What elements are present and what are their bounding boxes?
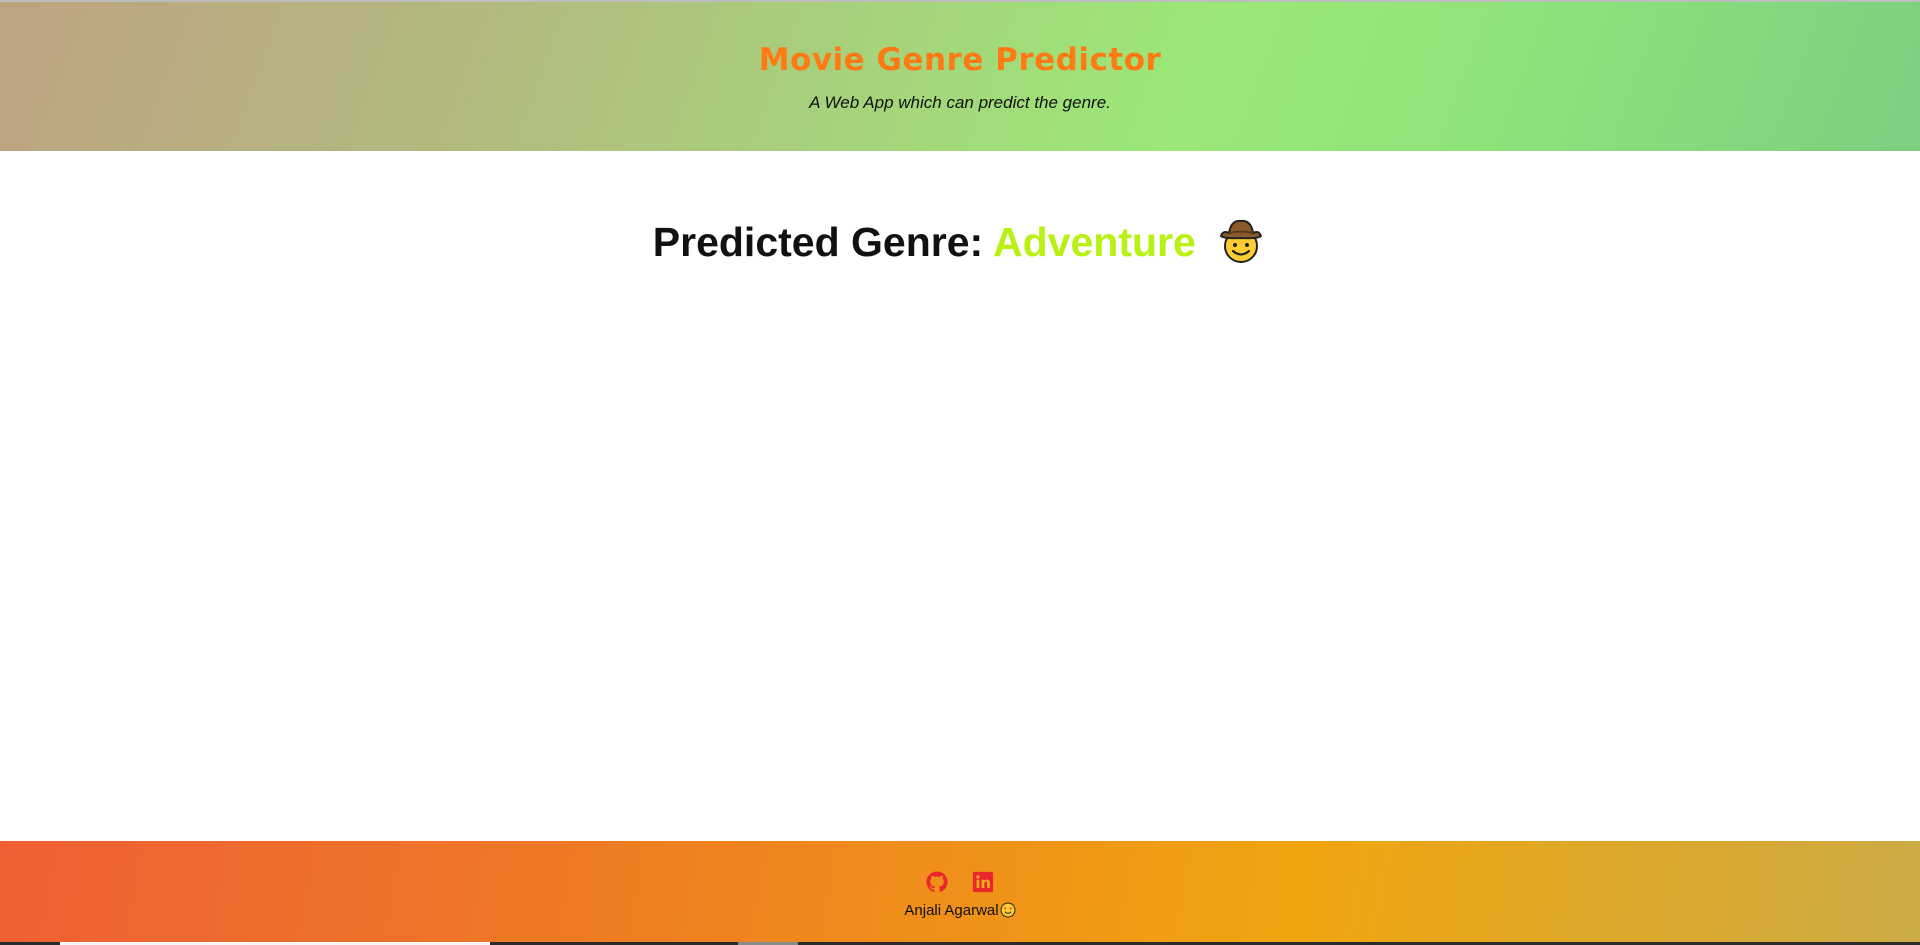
predicted-genre: Adventure (993, 219, 1196, 265)
prediction-result: Predicted Genre: Adventure (0, 219, 1920, 266)
prediction-label: Predicted Genre: (652, 219, 984, 265)
author-name: Anjali Agarwal (904, 902, 999, 919)
cowboy-face-icon (1220, 220, 1263, 264)
github-icon[interactable] (926, 871, 948, 893)
page: Movie Genre Predictor A Web App which ca… (0, 0, 1920, 945)
smiling-face-with-heart-eyes-icon (1000, 902, 1016, 918)
author-credit: Anjali Agarwal (0, 902, 1920, 919)
main-content: Predicted Genre: Adventure (0, 151, 1920, 841)
social-links (0, 871, 1920, 895)
footer: Anjali Agarwal (0, 841, 1920, 942)
app-title: Movie Genre Predictor (758, 42, 1162, 78)
linkedin-icon[interactable] (972, 871, 994, 893)
header: Movie Genre Predictor A Web App which ca… (0, 2, 1920, 151)
app-subtitle: A Web App which can predict the genre. (809, 93, 1111, 112)
